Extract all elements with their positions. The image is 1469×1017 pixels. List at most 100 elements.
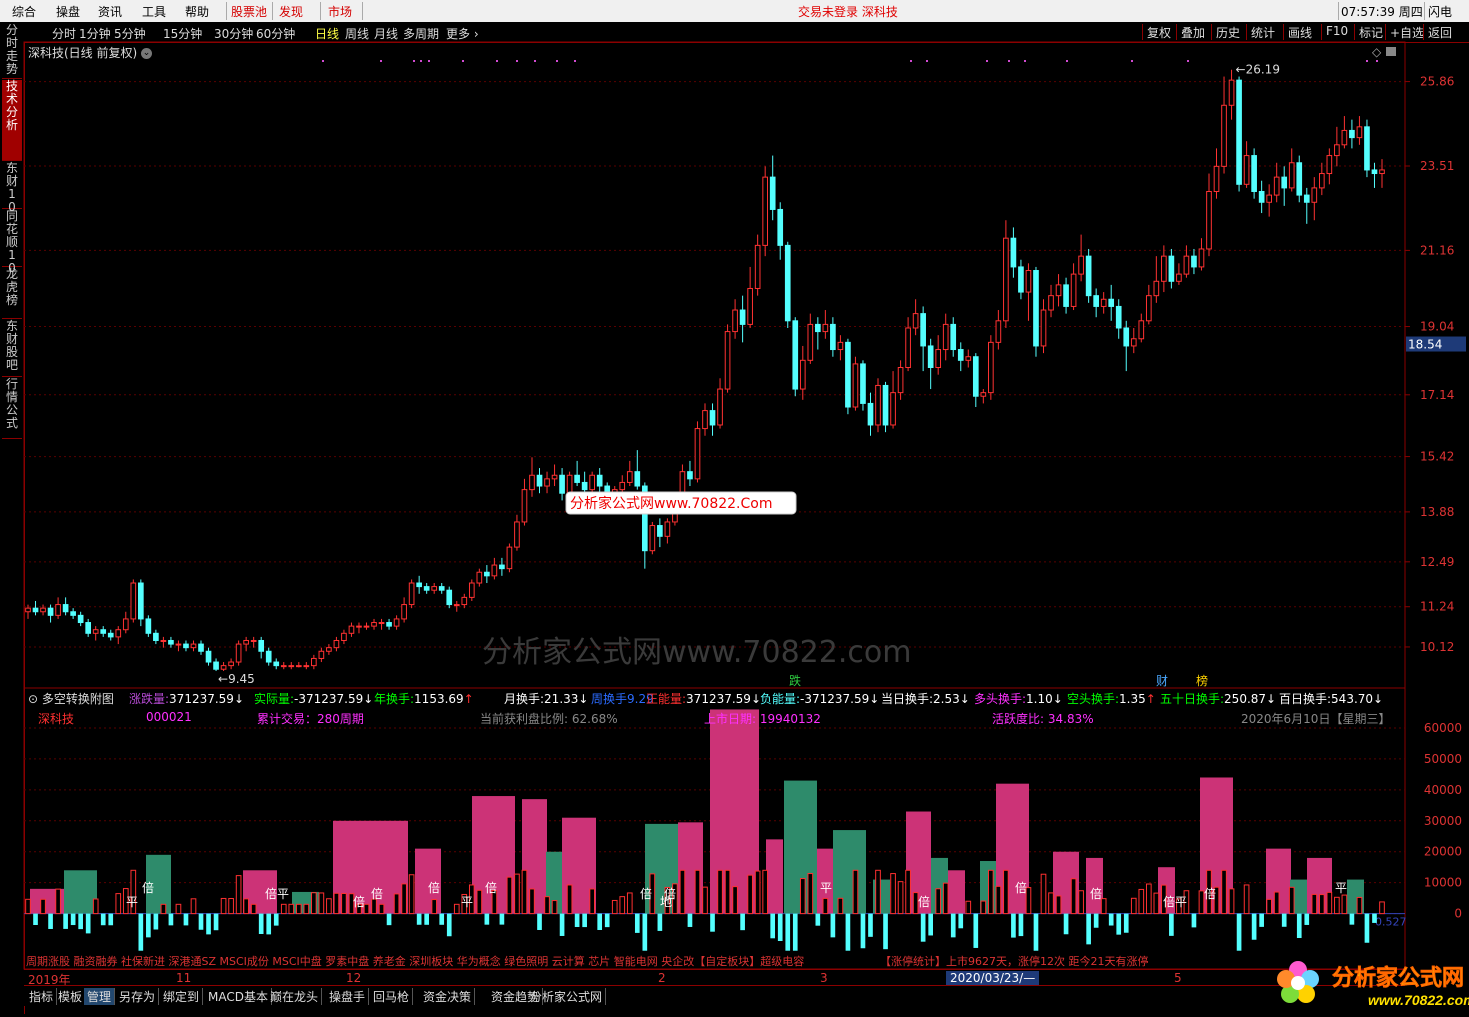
volume-bar [514,873,520,915]
candle-body [1379,169,1385,175]
signal-dot [496,60,498,62]
candle-body [303,665,310,668]
candle-body [837,341,844,351]
indicator-title[interactable]: ⊙ 多空转换附图 [28,690,114,707]
indicator-last-value: 0.527 [1375,916,1407,929]
signal-dot [1376,60,1378,62]
candle-body [950,323,957,351]
formula-tab-11[interactable]: 分析家公式网 [527,988,607,1005]
candle-body [288,665,295,668]
volume-bar [250,903,257,915]
signal-marker: 倍 [1015,880,1027,895]
price-axis-label: 19.04 [1420,320,1454,334]
candle-body [461,596,468,606]
volume-bar [168,913,174,926]
candle-body [626,471,633,483]
volume-bar [702,886,708,915]
volume-bar [1251,913,1257,940]
candle-body [1048,295,1054,311]
volume-bar [537,913,542,930]
signal-dot [462,60,464,62]
volume-bar [582,913,587,928]
candle-body [1085,255,1092,297]
volume-bar [273,913,279,926]
candle-body [326,647,332,652]
volume-bar [1281,913,1287,927]
volume-bar [1266,898,1272,915]
candle-body [1078,255,1084,275]
volume-bar [611,899,618,915]
candle-body [190,643,197,649]
formula-tab-6[interactable]: 巅在龙头 [267,988,323,1005]
candle-body [250,639,257,642]
volume-bar [146,913,151,938]
candle-body [920,313,926,347]
volume-bar [1145,883,1152,915]
signal-dot [986,60,988,62]
candle-body [40,607,46,613]
candle-body [1311,187,1318,203]
dropdown-icon[interactable]: ⌄ [141,48,153,59]
formula-tab-7[interactable]: 操盘手 [326,988,370,1005]
formula-tab-9[interactable]: 资金决策 [420,988,476,1005]
candle-body [438,586,445,591]
candle-body [25,607,31,613]
volume-bar [70,913,76,926]
volume-axis-label: 30000 [1424,814,1462,828]
volume-bar [995,885,1002,915]
signal-marker: 倍平 [265,886,289,901]
candle-body [1198,248,1205,268]
volume-bar [1236,913,1242,951]
volume-bar [845,913,851,951]
candle-body [77,614,84,624]
volume-bar [868,913,873,937]
flower-icon [1277,961,1319,1003]
formula-tab-2[interactable]: 管理 [84,988,116,1005]
date-label-4: 3 [820,971,828,985]
candle-body [205,650,212,663]
volume-bar [710,913,715,932]
candle-body [311,657,317,667]
candle-body [754,244,761,289]
candle-body [280,665,287,668]
volume-bar [973,913,979,948]
row2-name: 深科技 [38,712,75,726]
volume-bar [280,903,287,915]
formula-tab-5[interactable]: MACD基本 [205,988,272,1005]
volume-bar [837,897,844,915]
candle-body [265,650,272,663]
flag-list: 榜 [1196,673,1208,688]
candle-body [1356,126,1363,139]
price-axis-label: 10.12 [1420,640,1454,654]
candle-body [1093,295,1099,307]
row2-ipo: 上市日期: 19940132 [704,712,821,726]
volume-bar [875,869,881,915]
candle-body [1243,155,1250,185]
volume-bar [416,913,422,925]
volume-bar [25,898,31,915]
candle-body [341,632,347,641]
formula-tab-0[interactable]: 指标 [26,988,58,1005]
volume-bar [604,913,610,928]
formula-tab-1[interactable]: 模板 [55,988,87,1005]
indicator-item-7: 当日换手:2.53↓ [881,692,970,706]
price-axis-label: 25.86 [1420,75,1454,89]
candle-body [521,489,528,523]
volume-bar [341,893,347,915]
volume-bar [1228,888,1235,915]
volume-bar [762,869,769,915]
formula-tab-4[interactable]: 绑定到 [160,988,204,1005]
concept-line: 周期涨股 融资融券 社保新进 深港通SZ MSCI成份 MSCI中盘 罗素中盘 … [26,954,804,968]
candle-body [988,341,994,394]
formula-tab-3[interactable]: 另存为 [116,988,160,1005]
volume-bar [958,913,964,929]
signal-marker: 倍 [353,894,365,909]
candle-body [1326,155,1333,175]
volume-bar [453,903,460,915]
candle-body [619,481,626,491]
formula-tab-8[interactable]: 回马枪 [370,988,414,1005]
low-label: ←9.45 [218,672,255,686]
volume-bar [1011,913,1016,938]
candle-body [664,521,671,537]
volume-bar [190,898,197,915]
